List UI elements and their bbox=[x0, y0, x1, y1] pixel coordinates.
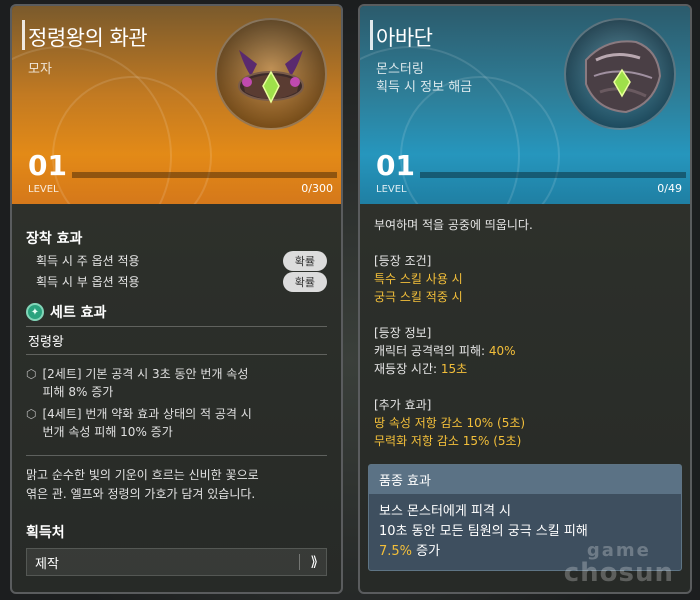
divider bbox=[26, 354, 327, 355]
item-description: 맑고 순수한 빛의 기운이 흐르는 신비한 꽃으로 엮은 관. 엘프와 정령의 … bbox=[26, 466, 327, 504]
level-progress-bar bbox=[72, 172, 337, 178]
level-label: LEVEL bbox=[28, 184, 59, 195]
sub-option-probability-button[interactable]: 확률 bbox=[282, 271, 327, 292]
title-accent bbox=[370, 20, 373, 50]
appear-condition-title: [등장 조건] bbox=[374, 254, 432, 268]
set-bonus-4-line2: 번개 속성 피해 10% 증가 bbox=[42, 425, 173, 439]
appear-condition-1: 특수 스킬 사용 시 bbox=[374, 272, 463, 286]
monster-type: 몬스터링 bbox=[376, 62, 424, 77]
title-accent bbox=[22, 20, 25, 50]
level-count: 0/49 bbox=[657, 182, 682, 195]
main-option-label: 획득 시 주 옵션 적용 bbox=[36, 254, 140, 268]
monster-icon bbox=[585, 40, 662, 114]
set-bonus-2: ⬡ [2세트] 기본 공격 시 3초 동안 번개 속성 피해 8% 증가 bbox=[26, 365, 327, 401]
item-card-left: 정령왕의 화관 모자 01 LEVEL 0/300 장착 효과 획득 시 주 옵… bbox=[10, 4, 343, 594]
breed-line1: 보스 몬스터에게 피격 시 bbox=[379, 504, 511, 519]
item-title: 정령왕의 화관 bbox=[28, 26, 148, 50]
appear-info-damage: 캐릭터 공격력의 피해: 40% bbox=[374, 342, 676, 360]
main-option-probability-button[interactable]: 확률 bbox=[282, 250, 327, 271]
extra-effect-1: 땅 속성 저항 감소 10% (5초) bbox=[374, 416, 526, 430]
equip-effect-title: 장착 효과 bbox=[26, 231, 83, 247]
monster-title: 아바단 bbox=[376, 26, 433, 50]
level-number: 01 bbox=[28, 149, 67, 182]
divider bbox=[26, 455, 327, 456]
level-progress-bar bbox=[420, 172, 686, 178]
set-bonus-2-line2: 피해 8% 증가 bbox=[42, 385, 114, 399]
item-type: 모자 bbox=[28, 62, 52, 77]
breed-line2: 10초 동안 모든 팀원의 궁극 스킬 피해 bbox=[379, 524, 588, 539]
set-name: 정령왕 bbox=[28, 335, 64, 350]
sub-option-label: 획득 시 부 옵션 적용 bbox=[36, 275, 140, 289]
chevron-right-icon: ⟫ bbox=[299, 554, 318, 570]
acquire-source-button[interactable]: 제작 ⟫ bbox=[26, 548, 327, 576]
sub-option-row: 획득 시 부 옵션 적용 확률 bbox=[26, 271, 327, 292]
hexagon-bullet-icon: ⬡ bbox=[26, 367, 37, 381]
respawn-value: 15초 bbox=[440, 362, 468, 376]
breed-tail: 증가 bbox=[412, 544, 441, 559]
level-number: 01 bbox=[376, 149, 415, 182]
unlock-note: 획득 시 정보 해금 bbox=[376, 80, 473, 95]
description-line1: 맑고 순수한 빛의 기운이 흐르는 신비한 꽃으로 bbox=[26, 468, 259, 482]
set-bonus-2-line1: [2세트] 기본 공격 시 3초 동안 번개 속성 bbox=[42, 367, 249, 381]
extra-effect-2: 무력화 저항 감소 15% (5초) bbox=[374, 434, 522, 448]
acquire-title: 획득처 bbox=[26, 525, 65, 541]
description-line2: 엮은 관. 엘프와 정령의 가호가 담겨 있습니다. bbox=[26, 487, 256, 501]
watermark-logo: game chosun bbox=[563, 542, 674, 588]
item-header: 정령왕의 화관 모자 01 LEVEL 0/300 bbox=[12, 6, 341, 204]
appear-info-title: [등장 정보] bbox=[374, 326, 432, 340]
set-bonus-4-line1: [4세트] 번개 약화 효과 상태의 적 공격 시 bbox=[42, 407, 252, 421]
set-bonus-4: ⬡ [4세트] 번개 약화 효과 상태의 적 공격 시 번개 속성 피해 10%… bbox=[26, 405, 327, 441]
respawn-label: 재등장 시간: bbox=[374, 362, 441, 376]
breed-effect-title: 품종 효과 bbox=[369, 465, 681, 494]
crown-portrait bbox=[215, 18, 327, 130]
hexagon-bullet-icon: ⬡ bbox=[26, 407, 37, 421]
set-effect-header: ✦ 세트 효과 bbox=[26, 302, 327, 322]
damage-value: 40% bbox=[488, 344, 516, 358]
appear-condition-2: 궁극 스킬 적중 시 bbox=[374, 290, 463, 304]
monster-summary: 부여하며 적을 공중에 띄웁니다. bbox=[374, 218, 533, 232]
set-effect-icon: ✦ bbox=[26, 303, 44, 321]
level-count: 0/300 bbox=[301, 182, 333, 195]
acquire-source-label: 제작 bbox=[35, 556, 59, 572]
monster-portrait bbox=[564, 18, 676, 130]
level-label: LEVEL bbox=[376, 184, 407, 195]
watermark-line2: chosun bbox=[563, 558, 674, 588]
damage-label: 캐릭터 공격력의 피해: bbox=[374, 344, 489, 358]
monster-header: 아바단 몬스터링 획득 시 정보 해금 01 LEVEL 0/49 bbox=[360, 6, 690, 204]
monster-card-right: 아바단 몬스터링 획득 시 정보 해금 01 LEVEL 0/49 부여하며 적… bbox=[358, 4, 692, 594]
appear-info-respawn: 재등장 시간: 15초 bbox=[374, 360, 676, 378]
breed-value: 7.5% bbox=[379, 544, 413, 559]
crown-icon bbox=[238, 50, 304, 104]
main-option-row: 획득 시 주 옵션 적용 확률 bbox=[26, 250, 327, 271]
set-effect-title: 세트 효과 bbox=[50, 305, 107, 321]
extra-effect-title: [추가 효과] bbox=[374, 398, 432, 412]
